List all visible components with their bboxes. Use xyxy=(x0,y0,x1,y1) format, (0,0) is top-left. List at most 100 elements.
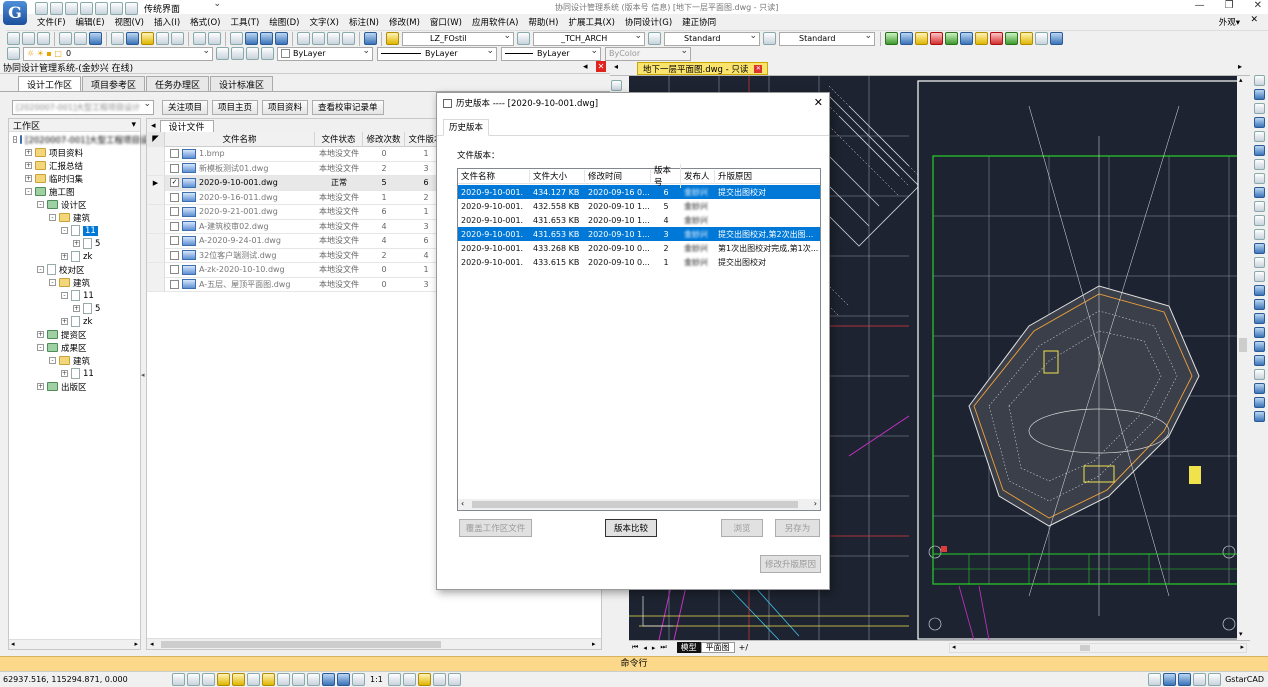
anno-auto-icon[interactable] xyxy=(402,673,416,686)
ext-tool-7-icon[interactable] xyxy=(975,32,988,45)
rotate-icon[interactable] xyxy=(1253,159,1265,170)
menu-item[interactable]: 绘图(D) xyxy=(264,16,304,28)
expand-icon[interactable]: + xyxy=(25,162,32,169)
qp-icon[interactable] xyxy=(307,673,320,686)
layout-tab-model[interactable]: 模型 xyxy=(676,642,701,653)
tree-node[interactable]: - 成果区 xyxy=(9,341,140,354)
grid-hscroll[interactable]: ◂ ▸ xyxy=(147,638,601,649)
drawing-doc-tab[interactable]: 地下一层平面图.dwg - 只读 ✕ xyxy=(637,62,769,75)
copy-obj-icon[interactable] xyxy=(1253,89,1265,100)
collapse-icon[interactable]: - xyxy=(61,292,68,299)
model-paper-icon[interactable] xyxy=(352,673,365,686)
file-checkbox[interactable] xyxy=(170,192,179,202)
chat-icon[interactable] xyxy=(1193,673,1207,686)
ext-tool-2-icon[interactable] xyxy=(900,32,913,45)
tpy-icon[interactable] xyxy=(292,673,305,686)
lock-ui-icon[interactable] xyxy=(432,673,446,686)
vcol-ver[interactable]: 版本号 xyxy=(651,164,681,188)
tree-node[interactable]: + 汇报总结 xyxy=(9,159,140,172)
doc-tab-prev-icon[interactable]: ◂ xyxy=(614,62,618,71)
match-prop-icon[interactable] xyxy=(156,32,169,45)
anno-icon[interactable] xyxy=(337,673,350,686)
version-row[interactable]: 2020-9-10-001. 432.558 KB 2020-09-10 1... 5… xyxy=(458,199,820,213)
annotation-scale[interactable]: 1:1 xyxy=(370,675,383,684)
layout-last-icon[interactable]: ⏭ xyxy=(660,643,666,652)
properties-icon[interactable] xyxy=(297,32,310,45)
modify-reason-button[interactable]: 修改升版原因 xyxy=(760,555,821,573)
project-home-button[interactable]: 项目主页 xyxy=(212,99,259,115)
lwt-icon[interactable] xyxy=(277,673,290,686)
lineweight-select[interactable]: ByLayer xyxy=(501,46,601,61)
cut-icon[interactable] xyxy=(111,32,124,45)
expand-icon[interactable]: + xyxy=(73,240,80,247)
vcol-reason[interactable]: 升版原因 xyxy=(715,170,820,182)
menu-item[interactable]: 标注(N) xyxy=(344,16,384,28)
menu-item[interactable]: 窗口(W) xyxy=(425,16,467,28)
save-as-button[interactable]: 另存为 xyxy=(775,519,820,537)
version-hscroll-thumb[interactable] xyxy=(472,501,798,508)
drawing-vscroll[interactable]: ▴ ▾ xyxy=(1237,76,1249,640)
trim-icon[interactable] xyxy=(1253,201,1265,212)
layers-icon[interactable] xyxy=(125,1,138,15)
ext-tool-5-icon[interactable] xyxy=(945,32,958,45)
props-a-icon[interactable] xyxy=(1253,299,1265,310)
layout-next-icon[interactable]: ▸ xyxy=(652,644,656,652)
minimize-icon[interactable]: — xyxy=(1195,0,1205,11)
erase-icon[interactable] xyxy=(1253,75,1265,86)
layer-states-icon[interactable] xyxy=(246,47,259,60)
plotstyle-select[interactable]: ByColor xyxy=(605,46,691,61)
tree-node[interactable]: - [2020007-001]大型工程项目设计 xyxy=(9,133,157,146)
view-button[interactable]: 浏览 xyxy=(721,519,763,537)
col-status[interactable]: 文件状态 xyxy=(315,131,363,147)
layer-prev-icon[interactable] xyxy=(231,47,244,60)
menu-item[interactable]: 工具(T) xyxy=(225,16,264,28)
draw-line-icon[interactable] xyxy=(611,80,622,91)
ext-tool-4-icon[interactable] xyxy=(930,32,943,45)
layout-first-icon[interactable]: ⏮ xyxy=(632,643,638,652)
review-records-button[interactable]: 查看校审记录单 xyxy=(312,99,384,115)
cloud-icon[interactable] xyxy=(1163,673,1177,686)
osnap-icon[interactable] xyxy=(232,673,245,686)
ext-tool-1-icon[interactable] xyxy=(885,32,898,45)
expand-icon[interactable]: + xyxy=(61,318,68,325)
table-style-icon[interactable] xyxy=(763,32,776,45)
layout-hscroll[interactable]: ◂ ▸ xyxy=(949,643,1247,653)
follow-project-button[interactable]: 关注项目 xyxy=(162,99,209,115)
layer-manager-icon[interactable] xyxy=(7,47,20,60)
vcol-size[interactable]: 文件大小 xyxy=(530,170,585,182)
ext-tool-6-icon[interactable] xyxy=(960,32,973,45)
fillet-icon[interactable] xyxy=(1253,271,1265,282)
save-icon[interactable] xyxy=(65,1,78,15)
menu-item[interactable]: 文字(X) xyxy=(304,16,343,28)
expand-icon[interactable]: + xyxy=(25,175,32,182)
anno-visibility-icon[interactable] xyxy=(387,673,401,686)
stretch-icon[interactable] xyxy=(1253,187,1265,198)
break-icon[interactable] xyxy=(1253,229,1265,240)
tab-design-standard[interactable]: 设计标准区 xyxy=(210,76,274,91)
text-style-select[interactable]: LZ_FOstil xyxy=(402,31,514,46)
close-window-icon[interactable]: ✕ xyxy=(1254,0,1262,11)
tree-node[interactable]: - 11 xyxy=(9,289,140,302)
menu-item[interactable]: 扩展工具(X) xyxy=(563,16,619,28)
tree-node[interactable]: - 校对区 xyxy=(9,263,140,276)
file-tab-prev-icon[interactable]: ◂ xyxy=(151,121,156,131)
layer-iso-icon[interactable] xyxy=(261,47,274,60)
props-h-icon[interactable] xyxy=(1253,397,1265,408)
file-checkbox[interactable] xyxy=(170,265,179,275)
vscroll-thumb[interactable] xyxy=(1239,338,1247,352)
linetype-select[interactable]: ByLayer xyxy=(377,46,497,61)
layer-select[interactable]: ☼ ☀ ▪ □ 0 xyxy=(23,46,213,61)
fullscreen-icon[interactable] xyxy=(1208,673,1222,686)
grid-icon[interactable] xyxy=(187,673,200,686)
print-icon[interactable] xyxy=(80,1,93,15)
tree-node[interactable]: - 建筑 xyxy=(9,276,140,289)
tree-node[interactable]: + 临时归集 xyxy=(9,172,140,185)
version-hscroll[interactable]: ‹ › xyxy=(458,499,820,510)
join-icon[interactable] xyxy=(1253,243,1265,254)
menu-item[interactable]: 帮助(H) xyxy=(523,16,563,28)
menu-item[interactable]: 插入(I) xyxy=(149,16,185,28)
network-icon[interactable] xyxy=(1178,673,1192,686)
menu-item[interactable]: 协同设计(G) xyxy=(620,16,677,28)
project-materials-button[interactable]: 项目资料 xyxy=(262,99,309,115)
version-row[interactable]: 2020-9-10-001. 431.653 KB 2020-09-10 1... 4… xyxy=(458,213,820,227)
